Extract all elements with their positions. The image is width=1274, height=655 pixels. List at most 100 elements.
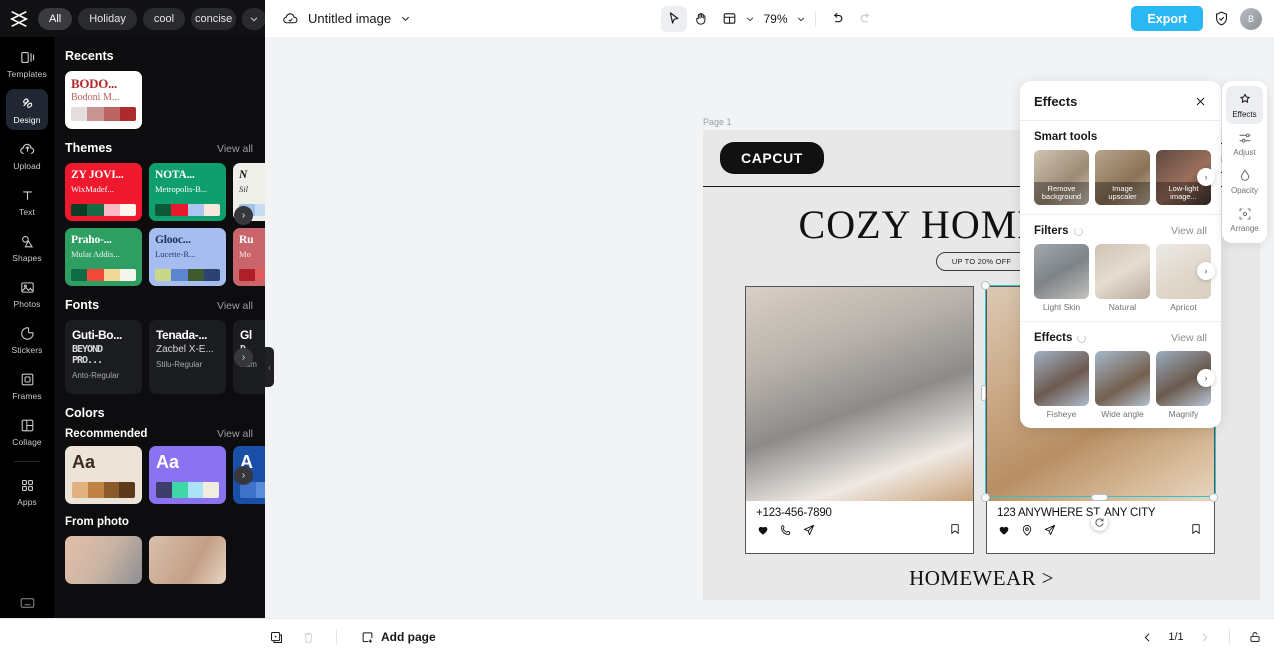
add-page-button[interactable]: Add page [360,630,436,645]
export-button[interactable]: Export [1131,6,1203,31]
avatar[interactable]: B [1240,7,1262,30]
product-card-left[interactable]: +123-456-7890 [745,286,974,554]
footer-text[interactable]: HOMEWEAR > [909,566,1054,591]
tab-arrange[interactable]: Arrange [1226,200,1263,238]
sidebar-item-design[interactable]: Design [6,89,48,130]
fonts-view-all[interactable]: View all [217,300,253,312]
filter-item[interactable]: Light Skin [1034,244,1089,312]
product-photo [746,287,973,501]
sidebar-item-shapes[interactable]: Shapes [6,227,48,268]
capcut-logo-icon[interactable] [8,4,30,34]
smart-tool-card[interactable]: Remove background [1034,150,1089,205]
themes-view-all[interactable]: View all [217,143,253,155]
cursor-icon[interactable] [660,5,687,32]
zoom-level[interactable]: 79% [761,12,791,26]
chevron-down-icon[interactable] [242,7,267,30]
heart-icon[interactable] [997,523,1011,537]
theme-card[interactable]: NOTA... Metropolis-B... [149,163,226,221]
color-card-sample: Aa [72,452,96,472]
from-photo-card[interactable] [149,536,226,584]
chip-concise[interactable]: concise [191,7,237,30]
font-card-title: Guti-Bo... [72,328,122,342]
tab-opacity[interactable]: Opacity [1226,162,1263,200]
effect-item[interactable]: Wide angle [1095,351,1150,419]
chip-holiday[interactable]: Holiday [78,7,137,30]
shield-check-icon[interactable] [1213,10,1230,27]
unlock-icon[interactable] [1248,630,1262,644]
sidebar-item-upload[interactable]: Upload [6,135,48,176]
chip-cool[interactable]: cool [142,7,186,30]
chevron-left-icon[interactable] [1141,631,1154,644]
effects-view-all[interactable]: View all [1171,332,1207,344]
sidebar-item-frames[interactable]: Frames [6,365,48,406]
sidebar-item-photos[interactable]: Photos [6,273,48,314]
color-palette-card[interactable]: Aa [65,446,142,504]
tab-effects[interactable]: Effects [1226,86,1263,124]
keyboard-shortcuts-icon[interactable] [0,596,54,610]
bookmark-icon[interactable] [948,522,962,536]
sidebar-item-templates[interactable]: Templates [6,43,48,84]
colors-view-all[interactable]: View all [217,428,253,440]
layout-chevron-down-icon[interactable] [745,14,755,24]
filters-view-all[interactable]: View all [1171,225,1207,237]
colors-next-arrow[interactable]: › [234,466,253,485]
tab-adjust[interactable]: Adjust [1226,124,1263,162]
resize-handle-bottom-left[interactable] [981,493,990,502]
layout-icon[interactable] [717,6,743,32]
effect-item[interactable]: Fisheye [1034,351,1089,419]
document-title-group[interactable]: Untitled image [282,10,411,27]
rotate-handle-icon[interactable] [1091,514,1108,531]
smart-tool-card[interactable]: Image upscaler [1095,150,1150,205]
bookmark-icon[interactable] [1189,522,1203,536]
filters-next-arrow[interactable]: › [1197,262,1215,280]
section-header: Smart tools [1034,131,1207,143]
filter-item[interactable]: Natural [1095,244,1150,312]
font-card[interactable]: Tenada-... Zacbel X-E... Stilu-Regular [149,320,226,394]
undo-icon[interactable] [825,6,851,32]
zoom-chevron-down-icon[interactable] [796,14,806,24]
resize-handle-left-center[interactable] [981,385,986,401]
effects-next-arrow[interactable]: › [1197,369,1215,387]
promo-pill[interactable]: UP TO 20% OFF [935,252,1028,271]
loading-spinner-icon [1077,333,1087,343]
resize-handle-bottom-center[interactable] [1091,494,1108,501]
sidebar-item-apps[interactable]: Apps [6,471,48,512]
from-photo-card[interactable] [65,536,142,584]
panel-collapse-handle[interactable]: ‹ [265,347,274,387]
font-card-title: Tenada-... [156,328,208,342]
sidebar-item-collage[interactable]: Collage [6,411,48,452]
smart-tools-next-arrow[interactable]: › [1197,168,1215,186]
phone-icon[interactable] [779,523,793,537]
recents-header: Recents [65,37,265,71]
chip-all[interactable]: All [38,7,73,30]
theme-card-subtitle: Metropolis-B... [155,183,208,194]
brand-badge[interactable]: CAPCUT [720,142,824,174]
add-page-label: Add page [381,630,436,644]
filters-section: Filters View all Light Skin Natural Apri… [1020,214,1221,312]
page-footer: HOMEWEAR > [703,556,1260,600]
send-icon[interactable] [1043,523,1057,537]
sidebar-item-stickers[interactable]: Stickers [6,319,48,360]
chevron-down-icon[interactable] [400,13,411,24]
themes-next-arrow[interactable]: › [234,206,253,225]
color-swatches [71,269,136,281]
product-card-text[interactable]: +123-456-7890 [746,501,973,519]
resize-handle-top-left[interactable] [981,281,990,290]
theme-card[interactable]: ZY JOVI... WixMadef... [65,163,142,221]
theme-card[interactable]: Praho-... Mulat Addis... [65,228,142,286]
send-icon[interactable] [802,523,816,537]
heart-icon[interactable] [756,523,770,537]
page-label: Page 1 [703,117,732,127]
close-icon[interactable] [1194,95,1207,108]
color-palette-card[interactable]: Aa [149,446,226,504]
resize-handle-bottom-right[interactable] [1209,493,1218,502]
sidebar-item-text[interactable]: Text [6,181,48,222]
theme-card[interactable]: Glooc... Lucette-R... [149,228,226,286]
theme-card[interactable]: Ru Mo [233,228,265,286]
recent-theme-card[interactable]: BODO... Bodoni M... [65,71,142,129]
duplicate-page-icon[interactable] [265,626,287,648]
location-pin-icon[interactable] [1020,523,1034,537]
font-card[interactable]: Guti-Bo... BEYOND PRO... Anto-Regular [65,320,142,394]
fonts-next-arrow[interactable]: › [234,348,253,367]
hand-icon[interactable] [689,6,715,32]
